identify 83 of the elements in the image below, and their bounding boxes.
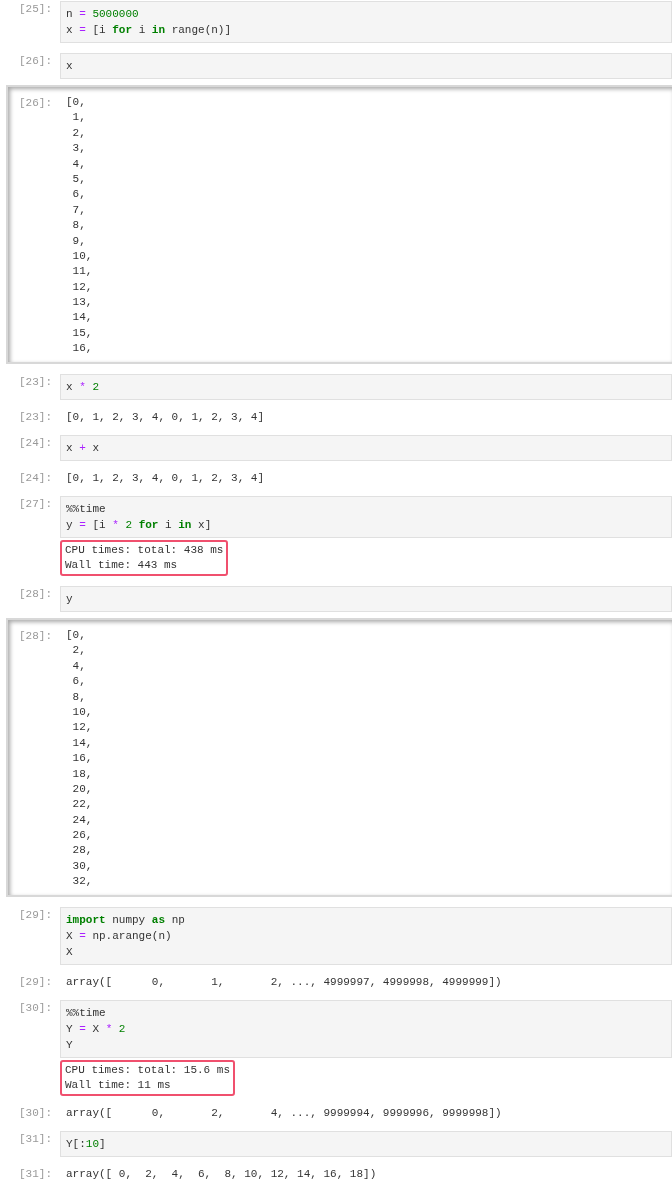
output-line: 10, xyxy=(71,248,93,264)
output-line: 4, xyxy=(71,658,87,674)
output-line: 13, xyxy=(71,295,93,311)
cell-prompt: [26]: xyxy=(19,96,52,111)
output-line: array([ 0, 1, 2, ..., 4999997, 4999998, 4999999]) xyxy=(66,975,502,990)
code-cell[interactable]: %%time Y = X * 2 Y xyxy=(60,1000,672,1058)
output-line: [0, xyxy=(66,628,87,643)
output-line: 2, xyxy=(71,125,87,141)
output-line: [0, 1, 2, 3, 4, 0, 1, 2, 3, 4] xyxy=(66,410,265,425)
output-line: 8, xyxy=(71,689,87,705)
cell-prompt: [23]: xyxy=(19,375,52,390)
output-line: 3, xyxy=(71,141,87,157)
output-line: 22, xyxy=(71,797,93,813)
code-cell[interactable]: %%time y = [i * 2 for i in x] xyxy=(60,496,672,538)
code-cell[interactable]: n = 5000000 x = [i for i in range(n)] xyxy=(60,1,672,43)
code-line: Y[:10] xyxy=(66,1137,106,1152)
code-line: X = np.arange(n) xyxy=(66,929,172,944)
cell-prompt: [25]: xyxy=(19,2,52,17)
code-cell[interactable]: Y[:10] xyxy=(60,1131,672,1157)
code-line: x + x xyxy=(66,441,99,456)
cell-prompt: [24]: xyxy=(19,436,52,451)
output-line: 9, xyxy=(71,233,87,249)
output-line: 6, xyxy=(71,187,87,203)
cell-prompt: [31]: xyxy=(19,1167,52,1182)
output-line: 20, xyxy=(71,781,93,797)
output-line: 30, xyxy=(71,858,93,874)
output-line: CPU times: total: 15.6 ms xyxy=(65,1063,231,1078)
output-line: array([ 0, 2, 4, ..., 9999994, 9999996, 9999998]) xyxy=(66,1106,502,1121)
cell-prompt: [31]: xyxy=(19,1132,52,1147)
output-line: 24, xyxy=(71,812,93,828)
output-line: 16, xyxy=(71,751,93,767)
output-line: 14, xyxy=(71,310,93,326)
output-line: 14, xyxy=(71,735,93,751)
output-line: 5, xyxy=(71,171,87,187)
output-line: CPU times: total: 438 ms xyxy=(65,543,224,558)
output-line: 12, xyxy=(71,279,93,295)
code-line: %%time xyxy=(66,502,106,517)
output-line: 18, xyxy=(71,766,93,782)
code-line: X xyxy=(66,945,73,960)
cell-prompt: [30]: xyxy=(19,1001,52,1016)
code-line: n = 5000000 xyxy=(66,7,139,22)
cell-prompt: [29]: xyxy=(19,975,52,990)
cell-prompt: [30]: xyxy=(19,1106,52,1121)
output-line: array([ 0, 2, 4, 6, 8, 10, 12, 14, 16, 18]) xyxy=(66,1167,377,1182)
code-line: y xyxy=(66,592,73,607)
output-line: [0, 1, 2, 3, 4, 0, 1, 2, 3, 4] xyxy=(66,471,265,486)
code-line: Y xyxy=(66,1038,73,1053)
output-line: 8, xyxy=(71,218,87,234)
output-line: 11, xyxy=(71,264,93,280)
code-cell[interactable]: y xyxy=(60,586,672,612)
code-cell[interactable]: x xyxy=(60,53,672,79)
cell-prompt: [29]: xyxy=(19,908,52,923)
output-line: [0, xyxy=(66,95,87,110)
cell-prompt: [28]: xyxy=(19,587,52,602)
code-cell[interactable]: import numpy as np X = np.arange(n) X xyxy=(60,907,672,965)
code-cell[interactable]: x * 2 xyxy=(60,374,672,400)
code-line: %%time xyxy=(66,1006,106,1021)
output-line: 10, xyxy=(71,704,93,720)
output-line: 28, xyxy=(71,843,93,859)
output-line: 7, xyxy=(71,202,87,218)
output-line: 12, xyxy=(71,720,93,736)
output-line: 4, xyxy=(71,156,87,172)
output-line: 2, xyxy=(71,643,87,659)
cell-prompt: [28]: xyxy=(19,629,52,644)
code-line: import numpy as np xyxy=(66,913,185,928)
code-line: y = [i * 2 for i in x] xyxy=(66,518,212,533)
output-line: 1, xyxy=(71,110,87,126)
cell-prompt: [27]: xyxy=(19,497,52,512)
output-line: 26, xyxy=(71,828,93,844)
output-line: 32, xyxy=(71,874,93,890)
output-line: Wall time: 11 ms xyxy=(65,1078,171,1093)
output-line: Wall time: 443 ms xyxy=(65,558,178,573)
code-cell[interactable]: x + x xyxy=(60,435,672,461)
cell-prompt: [24]: xyxy=(19,471,52,486)
output-line: 16, xyxy=(71,341,93,357)
cell-prompt: [23]: xyxy=(19,410,52,425)
code-line: Y = X * 2 xyxy=(66,1022,126,1037)
code-line: x xyxy=(66,59,73,74)
cell-prompt: [26]: xyxy=(19,54,52,69)
code-line: x = [i for i in range(n)] xyxy=(66,23,232,38)
output-line: 15, xyxy=(71,325,93,341)
output-line: 6, xyxy=(71,674,87,690)
code-line: x * 2 xyxy=(66,380,99,395)
